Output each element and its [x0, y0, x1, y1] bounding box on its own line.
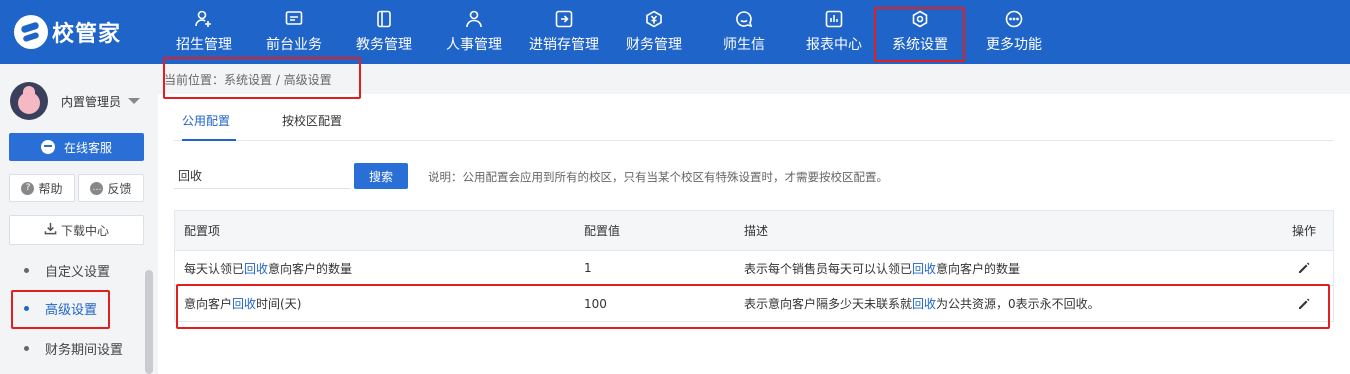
chat-icon [40, 140, 55, 154]
menu-item-custom-settings[interactable]: 自定义设置 [0, 260, 150, 290]
person-icon [465, 10, 483, 28]
active-nav-highlight [874, 7, 965, 62]
nav-label: 更多功能 [986, 37, 1042, 53]
text: 每天认领已 [184, 261, 245, 276]
help-icon: ? [21, 181, 35, 195]
inventory-icon [555, 10, 573, 28]
keyword-highlight: 回收 [912, 261, 937, 276]
tab-active-indicator [182, 139, 236, 141]
feedback-icon: … [90, 181, 104, 195]
book-icon [375, 10, 393, 28]
help-button[interactable]: ? 帮助 [9, 174, 75, 202]
download-center-label: 下载中心 [60, 223, 109, 238]
logo-text: 校管家 [52, 22, 122, 47]
top-navigation: 校管家 招生管理 前台业务 教务管理 人事管理 进销存管理 财务管理 师生信 报… [0, 0, 1350, 64]
download-center-button[interactable]: 下载中心 [9, 215, 144, 245]
online-service-label: 在线客服 [63, 140, 112, 155]
tab-label: 按校区配置 [282, 114, 343, 128]
nav-item-reports[interactable]: 报表中心 [798, 0, 870, 64]
nav-item-messages[interactable]: 师生信 [708, 0, 780, 64]
text: 表示每个销售员每天可以认领已 [744, 261, 913, 276]
keyword-highlight: 回收 [244, 261, 269, 276]
search-button[interactable]: 搜索 [354, 163, 408, 189]
user-menu[interactable]: 内置管理员 [10, 82, 141, 120]
nav-label: 招生管理 [176, 37, 232, 53]
col-header-item: 配置项 [184, 224, 221, 238]
caret-down-icon [128, 98, 141, 104]
search-input[interactable] [174, 163, 350, 189]
config-description: 表示每个销售员每天可以认领已 回收 意向客户的数量 [744, 251, 1020, 285]
app-logo[interactable]: 校管家 [14, 15, 122, 49]
menu-item-label: 自定义设置 [45, 264, 111, 280]
config-value: 1 [584, 261, 592, 275]
menu-item-finance-period[interactable]: 财务期间设置 [0, 328, 150, 368]
feedback-button[interactable]: … 反馈 [78, 174, 144, 202]
report-icon [825, 10, 843, 28]
table-row: 每天认领已 回收 意向客户的数量 1 表示每个销售员每天可以认领已 回收 意向客户的数量 [175, 251, 1333, 286]
col-header-value: 配置值 [584, 224, 621, 238]
row-highlight [176, 284, 1330, 329]
col-header-action: 操作 [1292, 224, 1317, 238]
config-tabs: 公用配置 按校区配置 [174, 100, 1334, 141]
col-header-description: 描述 [744, 224, 769, 238]
nav-item-enrollment[interactable]: 招生管理 [168, 0, 240, 64]
nav-label: 报表中心 [806, 37, 862, 53]
table-header: 配置项 配置值 描述 操作 [175, 211, 1333, 251]
nav-label: 财务管理 [626, 37, 682, 53]
text: 意向客户的数量 [936, 261, 1021, 276]
online-service-button[interactable]: 在线客服 [9, 133, 144, 161]
nav-label: 师生信 [723, 37, 765, 53]
download-icon [44, 222, 61, 238]
nav-item-hr[interactable]: 人事管理 [438, 0, 510, 64]
bullet-icon [24, 267, 29, 273]
monitor-icon [285, 10, 303, 28]
avatar [10, 82, 48, 120]
feedback-label: 反馈 [107, 181, 132, 196]
user-add-icon [195, 10, 213, 28]
nav-item-more[interactable]: 更多功能 [978, 0, 1050, 64]
more-icon [1005, 10, 1023, 28]
breadcrumb-highlight [163, 57, 361, 99]
nav-label: 进销存管理 [529, 37, 599, 53]
nav-item-front-desk[interactable]: 前台业务 [258, 0, 330, 64]
edit-icon[interactable] [1298, 251, 1310, 285]
nav-item-inventory[interactable]: 进销存管理 [521, 0, 607, 64]
bullet-icon [24, 345, 29, 351]
breadcrumb-bar: 当前位置：系统设置 / 高级设置 [158, 57, 1350, 99]
user-name: 内置管理员 [61, 94, 122, 109]
message-icon [735, 10, 753, 28]
tab-label: 公用配置 [182, 114, 231, 128]
menu-item-label: 财务期间设置 [45, 342, 124, 358]
text: 意向客户的数量 [268, 261, 353, 276]
active-menu-highlight [11, 290, 110, 329]
help-label: 帮助 [38, 181, 63, 196]
sidebar-scrollbar[interactable] [145, 270, 153, 374]
nav-label: 教务管理 [356, 37, 412, 53]
tab-public-config[interactable]: 公用配置 [182, 100, 230, 141]
config-item: 每天认领已 回收 意向客户的数量 [184, 251, 352, 285]
logo-mark-icon [14, 15, 48, 49]
nav-item-finance[interactable]: 财务管理 [618, 0, 690, 64]
finance-icon [645, 10, 663, 28]
config-note: 说明：公用配置会应用到所有的校区，只有当某个校区有特殊设置时，才需要按校区配置。 [428, 170, 888, 184]
tab-campus-config[interactable]: 按校区配置 [282, 100, 342, 141]
nav-label: 前台业务 [266, 37, 322, 53]
nav-label: 人事管理 [446, 37, 502, 53]
sidebar: 内置管理员 在线客服 ? 帮助 … 反馈 下载中心 自定义设置 高级设置 财务期… [0, 64, 158, 374]
nav-item-academic[interactable]: 教务管理 [348, 0, 420, 64]
